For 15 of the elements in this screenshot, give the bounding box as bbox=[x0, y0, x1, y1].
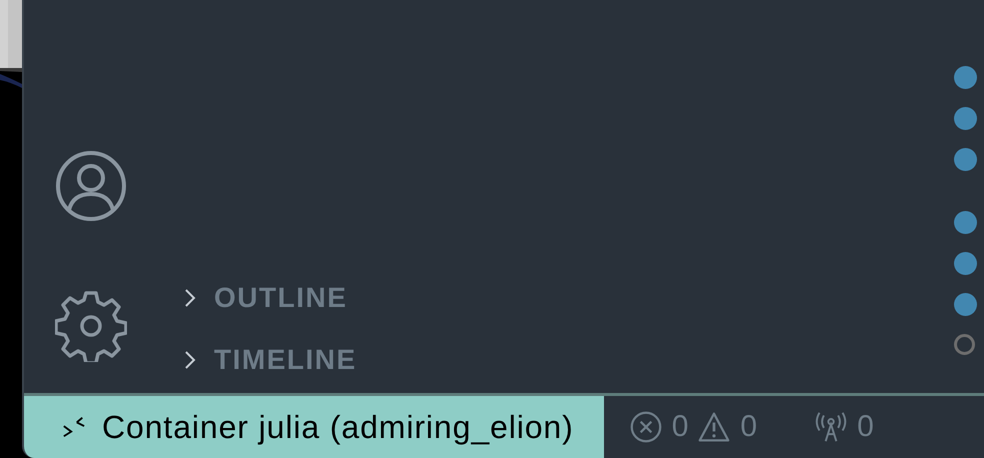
remote-indicator[interactable]: Container julia (admiring_elion) bbox=[24, 396, 604, 458]
account-icon[interactable] bbox=[55, 150, 127, 222]
error-icon bbox=[630, 411, 662, 443]
chevron-icon bbox=[184, 350, 196, 370]
antenna-icon bbox=[815, 411, 848, 443]
ports-button[interactable]: 0 bbox=[757, 396, 874, 458]
error-count: 0 bbox=[672, 410, 688, 444]
section-header[interactable]: OUTLINE bbox=[158, 277, 954, 319]
warning-icon bbox=[698, 411, 730, 443]
problems-button[interactable]: 0 0 bbox=[604, 396, 758, 458]
warning-count: 0 bbox=[740, 410, 758, 444]
section-header[interactable]: TIMELINE bbox=[158, 339, 954, 381]
remote-icon bbox=[62, 416, 86, 438]
chevron-icon bbox=[184, 288, 196, 308]
settings-icon[interactable] bbox=[55, 290, 127, 362]
